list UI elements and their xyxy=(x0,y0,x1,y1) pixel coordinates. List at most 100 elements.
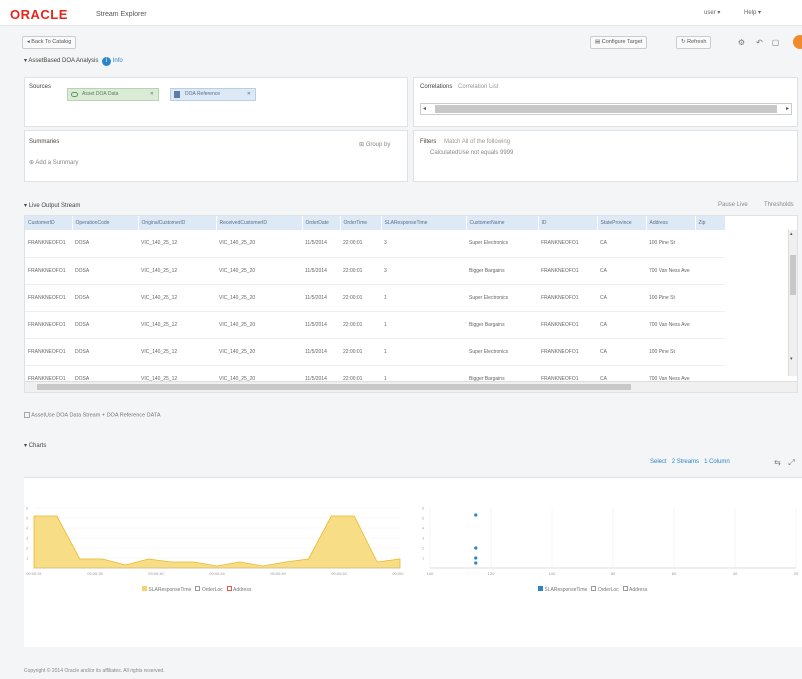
horizontal-scroll-thumb[interactable] xyxy=(37,384,631,390)
group-by-link[interactable]: ⊞ Group by xyxy=(359,141,390,148)
y-tick-label: 4 xyxy=(422,526,425,531)
table-row[interactable]: FRANKNEOFO1 DOSA VIC_140_25_12 VIC_140_25_2… xyxy=(25,311,725,339)
horizontal-scrollbar[interactable] xyxy=(25,381,797,392)
filter-condition[interactable]: CalculatedUse not equals 9999 xyxy=(430,150,513,156)
correlations-slider[interactable]: ◂ ▸ xyxy=(420,103,792,115)
y-tick-label: 3 xyxy=(26,536,29,541)
charts-links[interactable]: Select 2 Streams 1 Column xyxy=(650,459,730,465)
add-summary-link[interactable]: ⊕ Add a Summary xyxy=(29,159,78,166)
source-pill[interactable]: Asset DOA Data ✕ xyxy=(67,88,159,101)
table-cell: 11/5/2014 xyxy=(302,230,340,258)
correlations-panel: Correlations Correlation List ◂ ▸ xyxy=(413,77,798,127)
table-cell: VIC_140_25_20 xyxy=(216,284,302,312)
chart-expand-icon[interactable]: ⤢ xyxy=(786,457,797,468)
remove-source-icon[interactable]: ✕ xyxy=(150,89,154,100)
table-cell: Super Electronics xyxy=(466,230,538,258)
summaries-panel: Summaries ⊕ Add a Summary ⊞ Group by xyxy=(24,130,408,182)
column-header[interactable]: Address xyxy=(646,216,696,230)
legend-swatch xyxy=(195,586,201,591)
table-cell: FRANKNEOFO1 xyxy=(538,338,597,366)
scroll-right-icon[interactable]: ▸ xyxy=(786,105,789,112)
table-row[interactable]: FRANKNEOFO1 DOSA VIC_140_25_12 VIC_140_25_2… xyxy=(25,230,725,258)
settings-icon[interactable]: ⚙ xyxy=(736,37,747,48)
table-cell: FRANKNEOFO1 xyxy=(538,230,597,258)
table-cell: FRANKNEOFO1 xyxy=(538,311,597,339)
exploration-title: ▾ AssetBased DOA Analysis i Info xyxy=(24,57,123,66)
table-cell: VIC_140_25_20 xyxy=(216,311,302,339)
pause-live-button[interactable]: Pause Live xyxy=(718,202,748,208)
table-row[interactable]: FRANKNEOFO1 DOSA VIC_140_25_12 VIC_140_25_2… xyxy=(25,338,725,366)
scroll-up-icon[interactable]: ▴ xyxy=(790,231,793,237)
column-header[interactable]: OperationCode xyxy=(72,216,139,230)
table-cell xyxy=(695,257,725,285)
x-tick-label: 20 xyxy=(794,571,799,576)
table-cell: Bigger Bargains xyxy=(466,257,538,285)
table-cell: 1 xyxy=(381,284,466,312)
help-menu[interactable]: Help ▾ xyxy=(744,9,761,16)
vertical-scroll-thumb[interactable] xyxy=(790,255,796,295)
filters-panel: Filters Match All of the following Calcu… xyxy=(413,130,798,182)
toolbar: ◂ Back To Catalog ▤ Configure Target ↻ R… xyxy=(0,34,802,54)
streams-link[interactable]: 2 Streams xyxy=(672,459,699,465)
sources-panel: Sources Asset DOA Data ✕ DOA Reference ✕ xyxy=(24,77,408,127)
table-row[interactable]: FRANKNEOFO1 DOSA VIC_140_25_12 VIC_140_25_2… xyxy=(25,284,725,312)
maximize-icon[interactable]: ▢ xyxy=(770,37,781,48)
scatter-point xyxy=(474,561,478,565)
table-cell: 22:00:01 xyxy=(340,284,381,312)
stream-checkbox[interactable] xyxy=(24,412,30,418)
column-header[interactable]: OrderTime xyxy=(340,216,382,230)
remove-source-icon[interactable]: ✕ xyxy=(247,89,251,100)
y-tick-label: 1 xyxy=(26,556,29,561)
table-cell: 22:00:01 xyxy=(340,311,381,339)
scatter-point xyxy=(474,556,478,560)
back-to-catalog-button[interactable]: ◂ Back To Catalog xyxy=(22,36,77,49)
column-header[interactable]: SLAResponseTime xyxy=(381,216,467,230)
x-tick-label: 140 xyxy=(427,571,434,576)
table-cell: DOSA xyxy=(72,311,138,339)
source-pill[interactable]: DOA Reference ✕ xyxy=(170,88,256,101)
x-tick-label: 09:00:35 xyxy=(87,571,103,576)
y-tick-label: 1 xyxy=(422,556,425,561)
table-cell: VIC_140_25_20 xyxy=(216,338,302,366)
thresholds-button[interactable]: Thresholds xyxy=(764,202,794,208)
column-header[interactable]: CustomerID xyxy=(25,216,73,230)
table-cell: VIC_140_25_12 xyxy=(138,230,216,258)
column-header[interactable]: ID xyxy=(538,216,598,230)
column-header[interactable]: OrderDate xyxy=(302,216,341,230)
select-link[interactable]: Select xyxy=(650,459,667,465)
y-tick-label: 2 xyxy=(26,546,29,551)
column-link[interactable]: 1 Column xyxy=(704,459,730,465)
scroll-left-icon[interactable]: ◂ xyxy=(423,105,426,112)
table-cell: VIC_140_25_20 xyxy=(216,257,302,285)
info-icon[interactable]: i xyxy=(102,57,112,66)
column-header[interactable]: StateProvince xyxy=(597,216,647,230)
table-cell: FRANKNEOFO1 xyxy=(538,257,597,285)
table-cell: FRANKNEOFO1 xyxy=(538,284,597,312)
table-cell: 1 xyxy=(381,311,466,339)
footer-copyright: Copyright © 2014 Oracle and/or its affil… xyxy=(24,668,165,674)
scatter-point xyxy=(474,513,478,517)
table-cell xyxy=(695,338,725,366)
refresh-button[interactable]: ↻ Refresh xyxy=(676,36,712,49)
column-header[interactable]: OriginalCustomerID xyxy=(138,216,217,230)
column-header[interactable]: Zip xyxy=(695,216,726,230)
stream-selector[interactable]: AssetUse DOA Data Stream + DOA Reference… xyxy=(24,412,160,418)
y-tick-label: 3 xyxy=(422,536,425,541)
column-header[interactable]: ReceivedCustomerID xyxy=(216,216,303,230)
legend-swatch xyxy=(538,586,543,591)
x-tick-label: 40 xyxy=(733,571,738,576)
slider-thumb[interactable] xyxy=(435,105,777,113)
user-menu[interactable]: user ▾ xyxy=(704,9,720,16)
undo-icon[interactable]: ↶ xyxy=(754,37,765,48)
table-row[interactable]: FRANKNEOFO1 DOSA VIC_140_25_12 VIC_140_25_2… xyxy=(25,257,725,285)
notification-icon[interactable] xyxy=(793,35,802,49)
configure-target-button[interactable]: ▤ Configure Target xyxy=(590,36,648,49)
scatter-chart: 1 2 3 4 5 6 140 120 100 80 60 40 20 xyxy=(422,506,799,577)
live-output-table: CustomerID OperationCode OriginalCustome… xyxy=(24,215,798,393)
vertical-scrollbar[interactable]: ▴ ▾ xyxy=(788,230,797,376)
x-tick-label: 09:00:40 xyxy=(148,571,164,576)
charts-area: 1 2 3 4 5 6 09:00:31 09:00:35 09:00:40 09:00:44 09… xyxy=(24,477,802,647)
scroll-down-icon[interactable]: ▾ xyxy=(790,356,793,362)
column-header[interactable]: CustomerName xyxy=(466,216,539,230)
chart-options-icon[interactable]: ⇆ xyxy=(772,457,783,468)
